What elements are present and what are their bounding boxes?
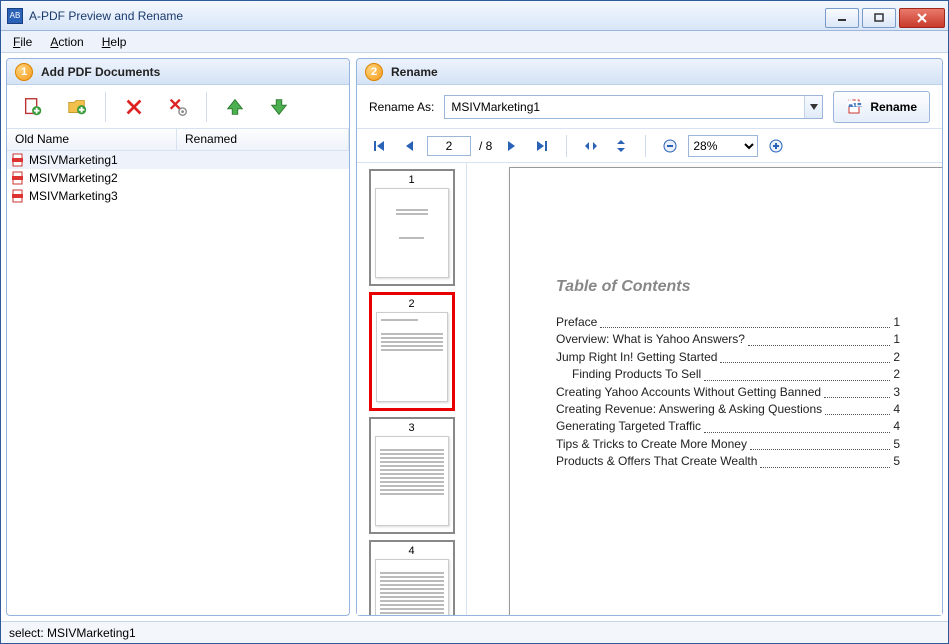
zoom-select[interactable]: 28% [688, 135, 758, 157]
remove-button[interactable] [116, 90, 152, 124]
left-panel-header: 1 Add PDF Documents [7, 59, 349, 85]
right-panel-title: Rename [391, 65, 438, 79]
rename-input[interactable] [445, 96, 804, 118]
toc-line: Generating Targeted Traffic4 [556, 418, 900, 435]
thumb-number: 1 [371, 171, 453, 188]
rename-button-label: Rename [870, 100, 917, 114]
file-row[interactable]: MSIVMarketing2 [7, 169, 349, 187]
toc-line: Products & Offers That Create Wealth5 [556, 453, 900, 470]
step-badge-1: 1 [15, 63, 33, 81]
status-text: select: MSIVMarketing1 [9, 626, 136, 640]
nav-separator [566, 135, 567, 157]
preview-area: 12345 Table of Contents Preface1Overview… [357, 163, 942, 615]
page-total: / 8 [477, 139, 494, 153]
move-up-button[interactable] [217, 90, 253, 124]
right-panel-header: 2 Rename [357, 59, 942, 85]
toc-line: Creating Yahoo Accounts Without Getting … [556, 384, 900, 401]
window-controls [825, 4, 948, 28]
remove-settings-button[interactable] [160, 90, 196, 124]
toc-line: Tips & Tricks to Create More Money5 [556, 436, 900, 453]
left-panel-title: Add PDF Documents [41, 65, 160, 79]
toc-title: Table of Contents [556, 278, 900, 296]
prev-page-button[interactable] [397, 134, 421, 158]
zoom-in-button[interactable] [764, 134, 788, 158]
move-down-button[interactable] [261, 90, 297, 124]
thumbnails-panel[interactable]: 12345 [357, 163, 467, 615]
zoom-select-wrapper: 28% [688, 135, 758, 157]
thumb-number: 4 [371, 542, 453, 559]
app-icon: AB [7, 8, 23, 24]
nav-bar: / 8 28% [357, 129, 942, 163]
maximize-button[interactable] [862, 8, 896, 28]
left-toolbar [7, 85, 349, 129]
file-name: MSIVMarketing2 [29, 171, 118, 185]
page-preview: Table of Contents Preface1Overview: What… [509, 167, 942, 615]
thumbnail[interactable]: 2 [369, 292, 455, 411]
thumb-page [376, 312, 448, 402]
page-input[interactable] [427, 136, 471, 156]
menu-help[interactable]: Help [94, 33, 135, 51]
toc-lines: Preface1Overview: What is Yahoo Answers?… [556, 314, 900, 471]
first-page-button[interactable] [367, 134, 391, 158]
window-title: A-PDF Preview and Rename [29, 9, 183, 23]
toc-line: Finding Products To Sell2 [556, 366, 900, 383]
step-badge-2: 2 [365, 63, 383, 81]
minimize-button[interactable] [825, 8, 859, 28]
pdf-icon [11, 171, 25, 185]
file-name: MSIVMarketing1 [29, 153, 118, 167]
add-folder-button[interactable] [59, 90, 95, 124]
toc-line: Creating Revenue: Answering & Asking Que… [556, 401, 900, 418]
thumbnail[interactable]: 4 [369, 540, 455, 615]
fit-height-button[interactable] [609, 134, 633, 158]
file-list-rows: MSIVMarketing1 MSIVMarketing2 MSIVMarketin… [7, 151, 349, 615]
thumb-number: 2 [372, 295, 452, 312]
toc-line: Jump Right In! Getting Started2 [556, 349, 900, 366]
last-page-button[interactable] [530, 134, 554, 158]
thumb-page [375, 188, 449, 278]
add-file-button[interactable] [15, 90, 51, 124]
next-page-button[interactable] [500, 134, 524, 158]
rename-as-label: Rename As: [369, 100, 434, 114]
main-window: AB A-PDF Preview and Rename File Action … [0, 0, 949, 644]
thumbnail[interactable]: 1 [369, 169, 455, 286]
thumb-page [375, 559, 449, 615]
menubar: File Action Help [1, 31, 948, 53]
fit-width-button[interactable] [579, 134, 603, 158]
col-renamed[interactable]: Renamed [177, 129, 349, 150]
toc-line: Overview: What is Yahoo Answers?1 [556, 331, 900, 348]
file-row[interactable]: MSIVMarketing1 [7, 151, 349, 169]
rename-dropdown-button[interactable] [804, 96, 822, 118]
close-button[interactable] [899, 8, 945, 28]
toolbar-separator [206, 92, 207, 122]
menu-file[interactable]: File [5, 33, 40, 51]
file-row[interactable]: MSIVMarketing3 [7, 187, 349, 205]
rename-button[interactable]: AB Rename [833, 91, 930, 123]
pdf-icon [11, 153, 25, 167]
thumb-page [375, 436, 449, 526]
file-name: MSIVMarketing3 [29, 189, 118, 203]
pdf-icon [11, 189, 25, 203]
file-list-header: Old Name Renamed [7, 129, 349, 151]
thumbnail[interactable]: 3 [369, 417, 455, 534]
col-old-name[interactable]: Old Name [7, 129, 177, 150]
menu-action[interactable]: Action [42, 33, 91, 51]
nav-separator [645, 135, 646, 157]
statusbar: select: MSIVMarketing1 [1, 621, 948, 643]
page-view[interactable]: Table of Contents Preface1Overview: What… [467, 163, 942, 615]
toc-line: Preface1 [556, 314, 900, 331]
body: 1 Add PDF Documents Old Name Renamed MSI… [1, 53, 948, 621]
file-list: Old Name Renamed MSIVMarketing1MSIVMarke… [7, 129, 349, 615]
toolbar-separator [105, 92, 106, 122]
titlebar: AB A-PDF Preview and Rename [1, 1, 948, 31]
left-panel: 1 Add PDF Documents Old Name Renamed MSI… [6, 58, 350, 616]
rename-bar: Rename As: AB Rename [357, 85, 942, 129]
svg-text:AB: AB [847, 98, 865, 110]
rename-combo [444, 95, 823, 119]
zoom-out-button[interactable] [658, 134, 682, 158]
rename-icon: AB [846, 98, 864, 116]
thumb-number: 3 [371, 419, 453, 436]
right-panel: 2 Rename Rename As: AB Rename / 8 [356, 58, 943, 616]
